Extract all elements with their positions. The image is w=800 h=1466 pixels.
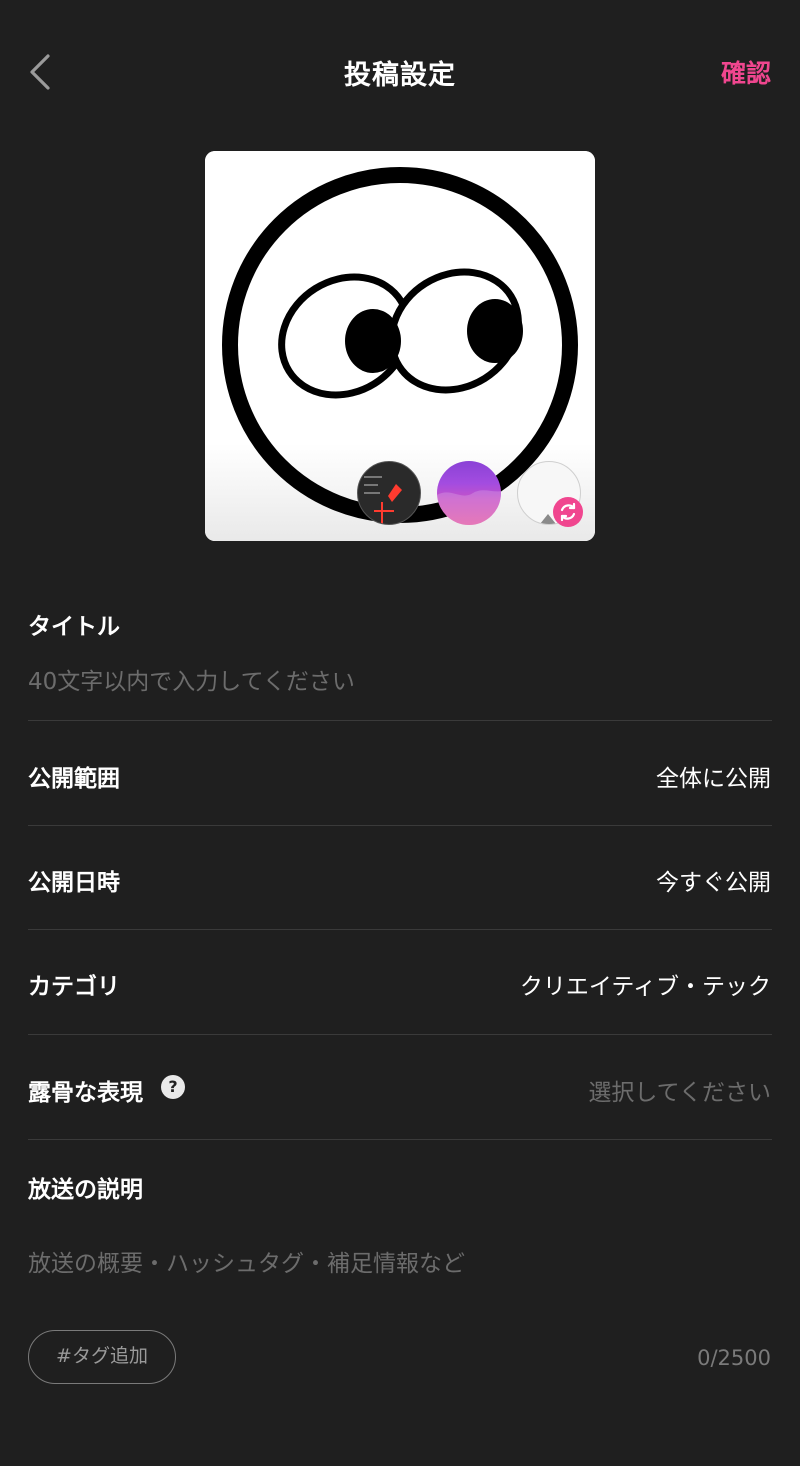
publish-time-value: 今すぐ公開: [656, 870, 771, 896]
divider: [28, 1139, 772, 1140]
visibility-value: 全体に公開: [656, 766, 771, 792]
title-label: タイトル: [28, 614, 120, 640]
publish-time-label: 公開日時: [28, 870, 120, 896]
page-title: 投稿設定: [344, 60, 456, 91]
title-placeholder: 40文字以内で入力してください: [28, 669, 355, 695]
title-input[interactable]: 40文字以内で入力してください: [28, 662, 772, 698]
add-tag-button[interactable]: #タグ追加: [28, 1330, 176, 1384]
description-input[interactable]: 放送の概要・ハッシュタグ・補足情報など: [28, 1244, 772, 1280]
screenshot-thumb-icon: [364, 476, 402, 524]
description-placeholder: 放送の概要・ハッシュタグ・補足情報など: [28, 1251, 465, 1277]
confirm-button[interactable]: 確認: [721, 54, 771, 90]
help-icon[interactable]: ?: [161, 1075, 185, 1099]
category-label: カテゴリ: [28, 974, 120, 1000]
description-label: 放送の説明: [28, 1177, 143, 1203]
header-bar: 投稿設定 確認: [0, 0, 800, 145]
thumbnail-option-screenshot[interactable]: [357, 461, 421, 525]
category-value: クリエイティブ・テック: [519, 974, 771, 1000]
visibility-label: 公開範囲: [28, 766, 120, 792]
thumbnail-option-gradient[interactable]: [437, 461, 501, 525]
gradient-thumb-icon: [437, 490, 501, 525]
char-counter: 0/2500: [697, 1346, 771, 1370]
explicit-content-label: 露骨な表現: [28, 1080, 143, 1106]
refresh-thumbnail-button[interactable]: [553, 497, 583, 527]
explicit-content-value: 選択してください: [588, 1080, 771, 1106]
refresh-icon: [560, 502, 576, 522]
